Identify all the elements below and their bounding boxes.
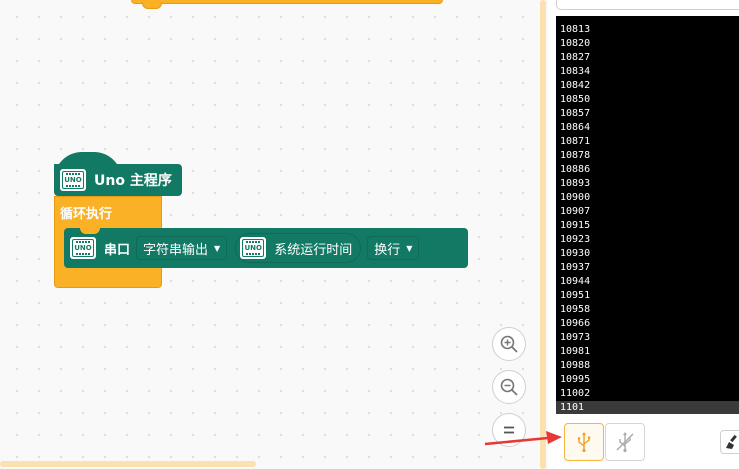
workspace-vertical-scrollbar[interactable] [540,0,546,469]
serial-output-line: 10900 [560,192,591,203]
zoom-out-button[interactable] [492,370,526,404]
main-program-label: Uno 主程序 [94,173,172,189]
newline-dropdown[interactable]: 换行 ▼ [367,236,420,260]
clear-output-button[interactable] [720,430,739,454]
serial-output-line: 10958 [560,304,591,315]
usb-icon [577,432,591,453]
newline-value: 换行 [374,242,401,258]
serial-output-line: 10988 [560,360,591,371]
zoom-reset-button[interactable] [492,413,526,447]
broom-icon [726,434,737,449]
chevron-down-icon: ▼ [406,243,413,253]
serial-output-line: 10850 [560,94,591,105]
serial-output-line: 10907 [560,206,591,217]
serial-output-line: 10878 [560,150,591,161]
partial-block-top[interactable] [131,0,443,4]
serial-output-line: 10886 [560,164,591,175]
serial-output-line: 10973 [560,332,591,343]
chevron-down-icon: ▼ [214,243,221,253]
serial-output-line: 10857 [560,108,591,119]
system-uptime-reporter[interactable]: UNO 系统运行时间 [235,233,362,263]
serial-output-line: 10944 [560,276,591,287]
serial-block-notch [80,228,100,234]
zoom-in-icon [500,335,518,353]
serial-output-line: 10951 [560,290,591,301]
serial-output-line: 10871 [560,136,591,147]
serial-input-box[interactable] [556,0,739,10]
disconnect-serial-button[interactable] [605,423,645,461]
serial-output-line: 10915 [560,220,591,231]
serial-output-line: 1101 [556,401,739,414]
serial-monitor-output[interactable]: 10813 10820 10827 10834 10842 10850 10857 10864… [556,16,739,414]
uno-board-icon: UNO [60,169,86,191]
partial-block-notch [142,2,162,9]
loop-forever-label: 循环执行 [60,207,113,222]
serial-output-line: 10820 [560,38,591,49]
serial-label: 串口 [104,242,131,258]
system-uptime-label: 系统运行时间 [274,242,353,258]
serial-mode-dropdown[interactable]: 字符串输出 ▼ [136,236,228,260]
serial-output-line: 10930 [560,248,591,259]
serial-mode-value: 字符串输出 [143,242,209,258]
equals-icon [504,426,514,434]
uno-board-icon: UNO [240,237,267,259]
serial-output-line: 10995 [560,374,591,385]
serial-output-line: 10923 [560,234,591,245]
workspace-horizontal-scrollbar[interactable] [0,461,256,467]
zoom-out-icon [500,378,518,396]
uno-main-program-block[interactable]: UNO Uno 主程序 [54,164,182,196]
serial-output-line: 11002 [560,388,591,399]
serial-output-line: 10834 [560,66,591,77]
serial-output-line: 10842 [560,80,591,91]
zoom-in-button[interactable] [492,327,526,361]
serial-output-line: 10981 [560,346,591,357]
uno-board-icon: UNO [70,237,96,259]
serial-output-line: 10937 [560,262,591,273]
serial-output-line: 10966 [560,318,591,329]
serial-output-line: 10864 [560,122,591,133]
serial-output-line: 10813 [560,24,591,35]
serial-print-block[interactable]: UNO 串口 字符串输出 ▼ UNO 系统运行时间 换行 ▼ [64,228,468,268]
serial-output-line: 10827 [560,52,591,63]
connect-serial-button[interactable] [564,423,604,461]
usb-disconnected-icon [616,432,634,453]
serial-output-line: 10893 [560,178,591,189]
